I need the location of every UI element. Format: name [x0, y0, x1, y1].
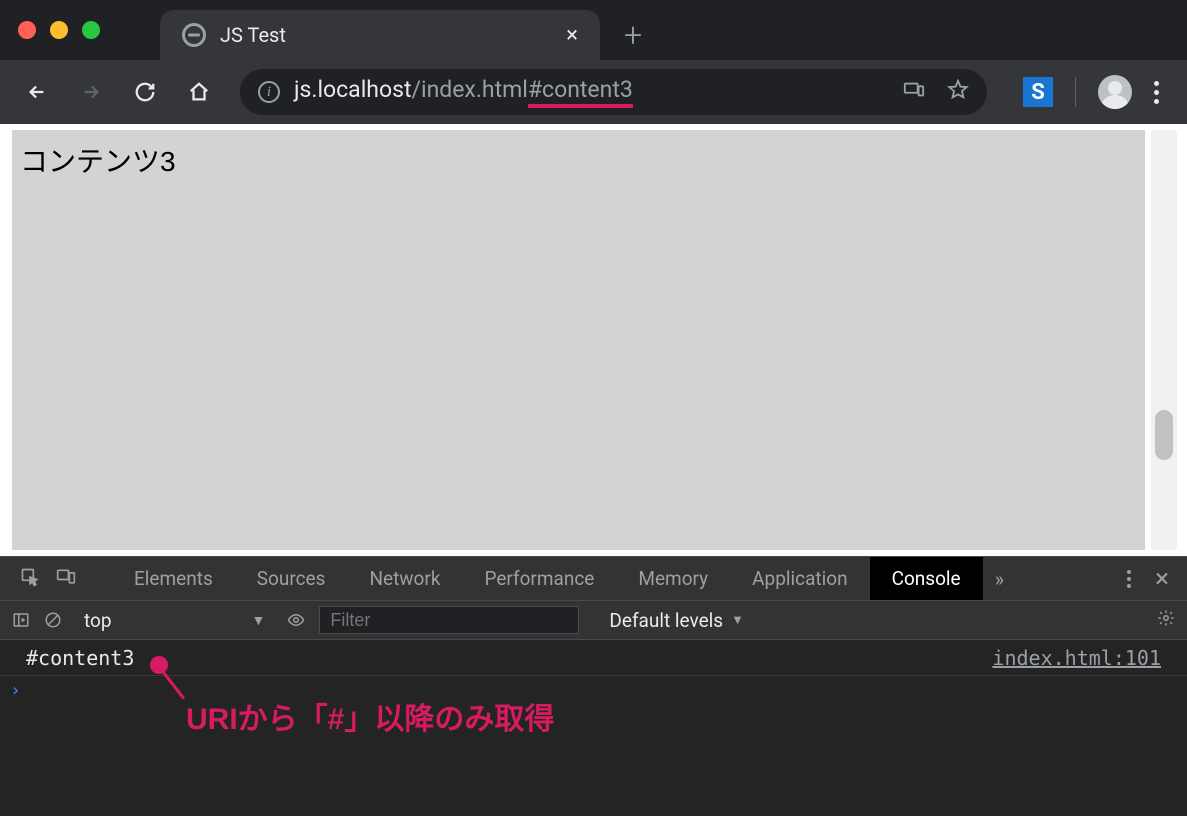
- window-close-button[interactable]: [18, 21, 36, 39]
- content-heading: コンテンツ3: [20, 146, 176, 177]
- url-hash: #content3: [528, 76, 633, 108]
- reload-button[interactable]: [122, 69, 168, 115]
- window-titlebar: JS Test × +: [0, 0, 1187, 60]
- toolbar-separator: [1075, 77, 1076, 107]
- devtools-tab-elements[interactable]: Elements: [112, 557, 235, 600]
- browser-toolbar: i js.localhost/index.html#content3 S: [0, 60, 1187, 124]
- page-viewport: コンテンツ3: [0, 124, 1187, 556]
- devtools-tabs-overflow[interactable]: »: [983, 567, 1016, 591]
- url-text: js.localhost/index.html#content3: [294, 76, 633, 108]
- url-path: /index.html: [411, 76, 527, 103]
- console-log-message: #content3: [26, 646, 134, 670]
- bookmark-star-icon[interactable]: [947, 79, 969, 105]
- back-button[interactable]: [14, 69, 60, 115]
- devtools-tab-sources[interactable]: Sources: [235, 557, 348, 600]
- tab-title: JS Test: [220, 23, 548, 47]
- devtools-tabbar: Elements Sources Network Performance Mem…: [0, 556, 1187, 600]
- chevron-down-icon: ▼: [731, 612, 744, 628]
- scrollbar-thumb[interactable]: [1155, 410, 1173, 460]
- address-bar[interactable]: i js.localhost/index.html#content3: [240, 69, 987, 115]
- console-prompt-chevron: ›: [10, 680, 21, 701]
- traffic-lights: [18, 21, 100, 39]
- console-settings-button[interactable]: [1157, 609, 1175, 631]
- console-context-selector[interactable]: top ▼: [76, 609, 273, 632]
- console-context-label: top: [84, 609, 112, 632]
- window-minimize-button[interactable]: [50, 21, 68, 39]
- devtools-tab-network[interactable]: Network: [347, 557, 462, 600]
- devtools-tab-memory[interactable]: Memory: [616, 557, 730, 600]
- console-toolbar: top ▼ Default levels ▼: [0, 600, 1187, 640]
- site-info-icon[interactable]: i: [258, 81, 280, 103]
- console-levels-label: Default levels: [609, 609, 723, 632]
- devtools-menu-button[interactable]: [1127, 570, 1131, 588]
- url-host: js.localhost: [294, 76, 411, 103]
- profile-avatar[interactable]: [1098, 75, 1132, 109]
- devtools-close-button[interactable]: ×: [1149, 564, 1175, 594]
- viewport-scrollbar[interactable]: [1151, 130, 1177, 550]
- live-expression-button[interactable]: [287, 611, 305, 629]
- devtools-tab-application[interactable]: Application: [730, 557, 869, 600]
- browser-menu-button[interactable]: [1140, 73, 1173, 112]
- chevron-down-icon: ▼: [252, 612, 266, 629]
- devtools-tab-performance[interactable]: Performance: [462, 557, 616, 600]
- close-tab-button[interactable]: ×: [562, 19, 582, 52]
- new-tab-button[interactable]: +: [624, 10, 642, 60]
- window-maximize-button[interactable]: [82, 21, 100, 39]
- home-button[interactable]: [176, 69, 222, 115]
- toggle-device-button[interactable]: [48, 567, 84, 591]
- inspect-element-button[interactable]: [12, 567, 48, 591]
- forward-button[interactable]: [68, 69, 114, 115]
- console-log-source[interactable]: index.html:101: [992, 646, 1161, 670]
- console-sidebar-toggle[interactable]: [12, 611, 30, 629]
- console-log-row[interactable]: #content3 index.html:101: [0, 640, 1187, 676]
- clear-console-button[interactable]: [44, 611, 62, 629]
- devtools-tab-console[interactable]: Console: [870, 557, 983, 600]
- extension-icon[interactable]: S: [1023, 77, 1053, 107]
- browser-tab[interactable]: JS Test ×: [160, 10, 600, 60]
- annotation-uri-label: URIから「#」以降のみ取得: [186, 694, 554, 738]
- globe-icon: [182, 23, 206, 47]
- console-output: #content3 index.html:101 ›: [0, 640, 1187, 816]
- page-content: コンテンツ3: [12, 130, 1145, 550]
- browser-tabs: JS Test × +: [160, 0, 642, 60]
- console-levels-selector[interactable]: Default levels ▼: [609, 609, 744, 632]
- console-filter-input[interactable]: [319, 606, 579, 634]
- device-icon[interactable]: [903, 79, 925, 105]
